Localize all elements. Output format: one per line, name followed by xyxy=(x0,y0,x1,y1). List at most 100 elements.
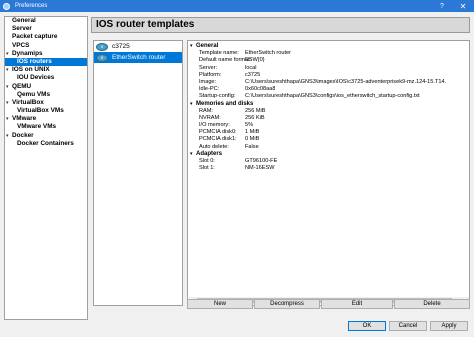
new-button[interactable]: New xyxy=(187,299,253,309)
property-key: Startup-config: xyxy=(199,93,236,100)
property-key: PCMCIA disk0: xyxy=(199,129,237,136)
router-icon: ✕ xyxy=(96,42,108,51)
section-memories-and-disks[interactable]: ▾ Memories and disks xyxy=(188,101,469,108)
property-key: Default name format: xyxy=(199,57,252,64)
nav-item-label: VMware xyxy=(12,115,37,123)
property-row: Slot 1: NM-16ESW xyxy=(188,165,469,172)
property-value: C:\Users\sureshthapa\GNS3\configs\ios_et… xyxy=(245,93,420,100)
template-item-etherswitch-router[interactable]: ✕ EtherSwitch router xyxy=(94,52,182,63)
expand-arrow-icon[interactable]: ▾ xyxy=(6,83,9,91)
property-key: Image: xyxy=(199,78,217,85)
nav-item-dynamips[interactable]: ▾ Dynamips xyxy=(5,50,87,58)
cancel-button[interactable]: Cancel xyxy=(389,321,427,331)
property-row: RAM: 256 MiB xyxy=(188,108,469,115)
property-row: NVRAM: 256 KiB xyxy=(188,115,469,122)
property-row: PCMCIA disk0: 1 MiB xyxy=(188,129,469,136)
nav-item-virtualbox[interactable]: ▾ VirtualBox xyxy=(5,99,87,107)
property-value: ESW{0} xyxy=(245,57,265,64)
template-item-c3725[interactable]: ✕ c3725 xyxy=(94,41,182,52)
property-key: Idle-PC: xyxy=(199,86,220,93)
property-value: 5% xyxy=(245,122,254,129)
template-label: c3725 xyxy=(112,43,130,50)
help-button[interactable]: ? xyxy=(432,3,452,10)
nav-item-label: Server xyxy=(12,25,32,33)
property-row: Slot 0: GT96100-FE xyxy=(188,158,469,165)
template-properties-panel: ▾ General Template name: EtherSwitch router… xyxy=(187,40,470,306)
property-key: RAM: xyxy=(199,107,213,114)
nav-item-vpcs[interactable]: VPCS xyxy=(5,42,87,50)
expand-arrow-icon[interactable]: ▾ xyxy=(6,115,9,123)
nav-item-virtualbox-vms[interactable]: VirtualBox VMs xyxy=(5,107,87,115)
page-title: IOS router templates xyxy=(91,17,470,33)
nav-item-label: Dynamips xyxy=(12,49,43,57)
edit-button[interactable]: Edit xyxy=(321,299,393,309)
property-key: Slot 1: xyxy=(199,165,215,172)
property-row: PCMCIA disk1: 0 MiB xyxy=(188,136,469,143)
section-general[interactable]: ▾ General xyxy=(188,43,469,50)
nav-item-label: VirtualBox VMs xyxy=(17,107,64,115)
expand-arrow-icon[interactable]: ▾ xyxy=(6,50,9,58)
property-row: Default name format: ESW{0} xyxy=(188,57,469,64)
property-value: 256 KiB xyxy=(245,114,265,121)
template-list[interactable]: ✕ c3725 ✕ EtherSwitch router xyxy=(93,40,183,306)
property-row: Server: local xyxy=(188,65,469,72)
nav-item-ios-routers[interactable]: IOS routers xyxy=(5,57,87,67)
property-value: c3725 xyxy=(245,71,261,78)
nav-item-label: IOS routers xyxy=(17,57,52,65)
nav-item-docker-containers[interactable]: Docker Containers xyxy=(5,140,87,148)
apply-button[interactable]: Apply xyxy=(430,321,468,331)
router-icon: ✕ xyxy=(96,53,108,62)
nav-item-ios-on-unix[interactable]: ▾ IOS on UNIX xyxy=(5,66,87,74)
property-key: Slot 0: xyxy=(199,158,215,164)
gns3-app-icon xyxy=(3,2,10,10)
property-row: Idle-PC: 0x60c08aa8 xyxy=(188,86,469,93)
property-key: Auto delete: xyxy=(199,143,229,150)
nav-item-label: Qemu VMs xyxy=(17,90,51,98)
property-value: 256 MiB xyxy=(245,107,266,114)
property-row: Image: C:\Users\sureshthapa\GNS3\images\I… xyxy=(188,79,469,86)
nav-item-vmware-vms[interactable]: VMware VMs xyxy=(5,123,87,131)
expand-arrow-icon[interactable]: ▾ xyxy=(6,66,9,74)
property-value: 1 MiB xyxy=(245,129,260,136)
template-label: EtherSwitch router xyxy=(112,54,166,61)
property-row: Auto delete: False xyxy=(188,144,469,151)
nav-item-label: Packet capture xyxy=(12,33,58,41)
property-value: C:\Users\sureshthapa\GNS3\images\IOS\c37… xyxy=(245,78,447,85)
collapse-arrow-icon[interactable]: ▾ xyxy=(190,151,193,158)
property-key: Platform: xyxy=(199,71,222,78)
property-row: I/O memory: 5% xyxy=(188,122,469,129)
nav-item-server[interactable]: Server xyxy=(5,25,87,33)
property-row: Startup-config: C:\Users\sureshthapa\GNS3… xyxy=(188,93,469,100)
ok-button[interactable]: OK xyxy=(348,321,386,331)
property-value: NM-16ESW xyxy=(245,165,275,172)
property-value: 0x60c08aa8 xyxy=(245,86,276,93)
collapse-arrow-icon[interactable]: ▾ xyxy=(190,101,193,108)
nav-item-label: IOU Devices xyxy=(17,74,55,82)
property-row: Template name: EtherSwitch router xyxy=(188,50,469,57)
expand-arrow-icon[interactable]: ▾ xyxy=(6,99,9,107)
nav-item-iou-devices[interactable]: IOU Devices xyxy=(5,74,87,82)
section-title: Adapters xyxy=(196,150,223,157)
nav-item-label: Docker xyxy=(12,131,34,139)
decompress-button[interactable]: Decompress xyxy=(254,299,320,309)
collapse-arrow-icon[interactable]: ▾ xyxy=(190,43,193,50)
nav-item-docker[interactable]: ▾ Docker xyxy=(5,132,87,140)
nav-item-general[interactable]: General xyxy=(5,17,87,25)
nav-item-label: VMware VMs xyxy=(17,123,57,131)
nav-item-label: QEMU xyxy=(12,82,32,90)
nav-item-label: VirtualBox xyxy=(12,98,44,106)
nav-item-qemu-vms[interactable]: Qemu VMs xyxy=(5,91,87,99)
window-title: Preferences xyxy=(15,3,48,9)
close-button[interactable]: ✕ xyxy=(452,2,474,11)
property-key: NVRAM: xyxy=(199,114,221,121)
preferences-nav-tree[interactable]: General Server Packet capture VPCS ▾ Dynamips… xyxy=(4,16,88,320)
delete-button[interactable]: Delete xyxy=(394,299,470,309)
nav-item-vmware[interactable]: ▾ VMware xyxy=(5,115,87,123)
expand-arrow-icon[interactable]: ▾ xyxy=(6,132,9,140)
section-adapters[interactable]: ▾ Adapters xyxy=(188,151,469,158)
property-key: I/O memory: xyxy=(199,122,230,129)
property-key: PCMCIA disk1: xyxy=(199,136,237,143)
property-value: GT96100-FE xyxy=(245,158,278,164)
nav-item-qemu[interactable]: ▾ QEMU xyxy=(5,83,87,91)
nav-item-packet-capture[interactable]: Packet capture xyxy=(5,33,87,41)
